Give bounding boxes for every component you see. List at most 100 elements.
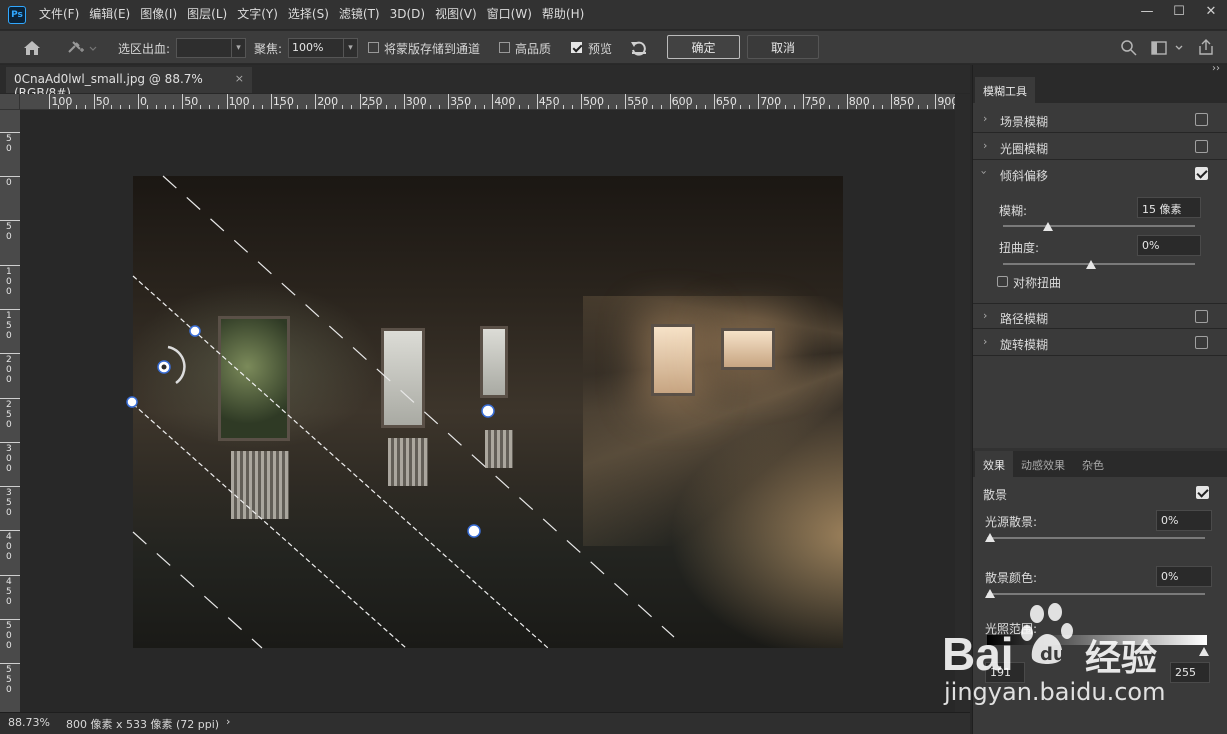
ruler-minor-tick	[616, 105, 618, 109]
ruler-minor-tick	[820, 105, 822, 109]
blur-row-field[interactable]: › 场景模糊	[973, 107, 1227, 133]
ruler-major-tick	[536, 94, 538, 109]
ruler-left-label: 0	[6, 178, 12, 188]
ruler-minor-tick	[855, 105, 857, 109]
tab-blur-tools[interactable]: 模糊工具	[975, 77, 1035, 103]
photoshop-logo: Ps	[8, 5, 26, 24]
bokeh-color-field[interactable]: 0%	[1156, 566, 1212, 587]
ruler-major-tick	[935, 94, 937, 109]
minimize-button[interactable]: —	[1131, 0, 1163, 22]
ruler-minor-tick	[102, 105, 104, 109]
blur-row-iris[interactable]: › 光圈模糊	[973, 134, 1227, 160]
blur-row-path[interactable]: › 路径模糊	[973, 303, 1227, 329]
home-icon[interactable]	[22, 39, 42, 57]
blur-amount-label: 模糊:	[999, 204, 1028, 218]
tab-motion-effects[interactable]: 动感效果	[1013, 451, 1073, 477]
menu-view[interactable]: 视图(V)	[430, 0, 482, 29]
blur-row-tilt-shift[interactable]: › 倾斜偏移	[973, 161, 1227, 187]
ruler-minor-tick	[678, 105, 680, 109]
ruler-minor-tick	[386, 105, 388, 109]
light-bokeh-field[interactable]: 0%	[1156, 510, 1212, 531]
ruler-minor-tick	[111, 105, 113, 109]
tab-effects[interactable]: 效果	[975, 451, 1013, 477]
document-tab[interactable]: 0CnaAd0lwl_small.jpg @ 88.7%(RGB/8#) ×	[6, 67, 252, 100]
symmetric-distortion-checkbox[interactable]	[997, 276, 1008, 287]
ruler-major-tick	[669, 94, 671, 109]
ruler-minor-tick	[767, 105, 769, 109]
light-bokeh-slider[interactable]	[987, 537, 1205, 539]
status-menu-arrow[interactable]: ›	[226, 715, 230, 728]
cancel-button[interactable]: 取消	[747, 35, 819, 59]
bokeh-checkbox[interactable]	[1196, 486, 1209, 499]
path-blur-label: 路径模糊	[1000, 312, 1049, 326]
menu-window[interactable]: 窗口(W)	[482, 0, 537, 29]
high-quality-checkbox[interactable]	[499, 42, 510, 53]
search-icon[interactable]	[1120, 39, 1138, 57]
share-icon[interactable]	[1196, 37, 1216, 57]
ruler-top-label: 100	[228, 95, 250, 108]
close-window-button[interactable]: ✕	[1195, 0, 1227, 22]
ruler-top-label: 700	[760, 95, 782, 108]
save-mask-checkbox[interactable]	[368, 42, 379, 53]
ruler-minor-tick	[377, 105, 379, 109]
blur-amount-slider-thumb[interactable]	[1042, 222, 1053, 231]
focus-value: 100%	[292, 41, 324, 54]
tilt-shift-checkbox[interactable]	[1195, 167, 1208, 180]
selection-bleed-field[interactable]: ▾	[176, 38, 246, 58]
spin-blur-checkbox[interactable]	[1195, 336, 1208, 349]
ruler-major-tick	[846, 94, 848, 109]
menu-filter[interactable]: 滤镜(T)	[334, 0, 385, 29]
maximize-button[interactable]: ☐	[1163, 0, 1195, 22]
focus-field[interactable]: 100% ▾	[288, 38, 358, 58]
ruler-minor-tick	[200, 105, 202, 109]
blur-amount-slider[interactable]	[1003, 225, 1195, 227]
ruler-left-label: 4 5 0	[6, 576, 12, 607]
ruler-minor-tick	[749, 105, 751, 109]
menu-file[interactable]: 文件(F)	[34, 0, 84, 29]
distortion-field[interactable]: 0%	[1137, 235, 1201, 256]
ruler-minor-tick	[58, 105, 60, 109]
ruler-origin[interactable]	[0, 94, 20, 110]
zoom-level[interactable]: 88.73%	[8, 716, 50, 729]
ruler-top-label: 250	[361, 95, 383, 108]
menu-image[interactable]: 图像(I)	[135, 0, 182, 29]
effects-tab-row: 效果 动感效果 杂色	[973, 451, 1227, 477]
collapse-panel-icon[interactable]: ››	[1212, 63, 1220, 74]
preview-checkbox[interactable]	[571, 42, 582, 53]
ruler-minor-tick	[722, 105, 724, 109]
bokeh-color-slider[interactable]	[987, 593, 1205, 595]
blur-amount-field[interactable]: 15 像素	[1137, 197, 1201, 218]
ruler-minor-tick	[953, 105, 955, 109]
window-right-2	[721, 328, 775, 370]
bokeh-color-label: 散景颜色:	[985, 571, 1038, 585]
menu-type[interactable]: 文字(Y)	[232, 0, 283, 29]
pin-tool-icon[interactable]	[64, 38, 98, 58]
menu-3d[interactable]: 3D(D)	[385, 0, 430, 29]
menu-select[interactable]: 选择(S)	[283, 0, 334, 29]
iris-blur-checkbox[interactable]	[1195, 140, 1208, 153]
menu-layer[interactable]: 图层(L)	[182, 0, 232, 29]
ruler-top-label: 450	[538, 95, 560, 108]
light-bokeh-slider-thumb[interactable]	[985, 533, 995, 542]
ruler-minor-tick	[563, 105, 565, 109]
menu-edit[interactable]: 编辑(E)	[84, 0, 135, 29]
distortion-slider[interactable]	[1003, 263, 1195, 265]
ok-button[interactable]: 确定	[667, 35, 740, 59]
close-tab-icon[interactable]: ×	[235, 72, 244, 85]
ruler-minor-tick	[430, 105, 432, 109]
document-image[interactable]	[133, 176, 843, 648]
ruler-minor-tick	[740, 105, 742, 109]
path-blur-checkbox[interactable]	[1195, 310, 1208, 323]
ruler-minor-tick	[129, 105, 131, 109]
workspace-icon[interactable]	[1150, 39, 1186, 57]
menu-help[interactable]: 帮助(H)	[537, 0, 589, 29]
bokeh-color-slider-thumb[interactable]	[985, 589, 995, 598]
ruler-minor-tick	[146, 105, 148, 109]
ruler-minor-tick	[155, 105, 157, 109]
field-blur-checkbox[interactable]	[1195, 113, 1208, 126]
reset-icon[interactable]	[629, 39, 649, 57]
distortion-slider-thumb[interactable]	[1086, 260, 1096, 269]
ruler-minor-tick	[368, 105, 370, 109]
tab-noise[interactable]: 杂色	[1074, 451, 1112, 477]
blur-row-spin[interactable]: › 旋转模糊	[973, 330, 1227, 356]
